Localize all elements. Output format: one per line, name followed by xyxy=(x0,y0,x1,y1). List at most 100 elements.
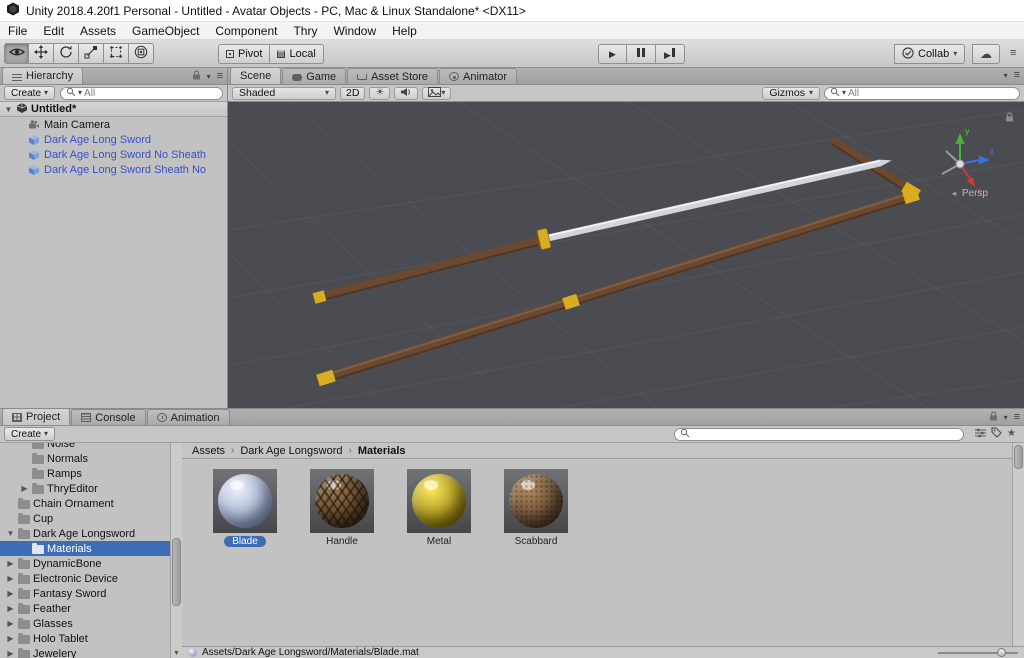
tab-hierarchy[interactable]: Hierarchy xyxy=(2,68,83,84)
rect-tool-button[interactable] xyxy=(104,43,129,64)
effects-dropdown[interactable]: ▾ xyxy=(422,87,451,100)
tab-console[interactable]: Console xyxy=(71,409,145,425)
folder-item[interactable]: Ramps xyxy=(0,466,170,481)
menu-edit[interactable]: Edit xyxy=(35,23,72,39)
asset-item-handle[interactable]: Handle xyxy=(310,469,374,547)
scene-viewport[interactable]: y z x ◄ Persp xyxy=(228,102,1024,408)
asset-item-blade[interactable]: Blade xyxy=(213,469,277,547)
scroll-down-icon[interactable]: ▼ xyxy=(173,650,180,657)
label-icon[interactable] xyxy=(991,427,1002,441)
lighting-toggle-button[interactable]: ☀ xyxy=(369,87,390,100)
folder-item[interactable]: ▶Glasses xyxy=(0,616,170,631)
folder-item[interactable]: Cup xyxy=(0,511,170,526)
scene-header-row[interactable]: ▼ Untitled* xyxy=(0,102,227,117)
hierarchy-item[interactable]: Dark Age Long Sword xyxy=(0,132,227,147)
folder-item[interactable]: ▶Fantasy Sword xyxy=(0,586,170,601)
audio-toggle-button[interactable] xyxy=(394,87,418,100)
disclosure-right-icon[interactable]: ▶ xyxy=(6,574,15,583)
sliders-icon[interactable] xyxy=(975,428,986,441)
step-button[interactable]: ▶ xyxy=(656,44,685,64)
gizmos-dropdown[interactable]: Gizmos▾ xyxy=(762,87,820,100)
create-button[interactable]: Create▾ xyxy=(4,86,55,100)
folder-item[interactable]: ▶Jewelery xyxy=(0,646,170,658)
hierarchy-search-input[interactable]: ▾ All xyxy=(60,87,223,100)
asset-item-scabbard[interactable]: Scabbard xyxy=(504,469,568,547)
breadcrumb-current[interactable]: Materials xyxy=(358,445,406,457)
panel-dropdown-icon[interactable]: ▾ xyxy=(1004,414,1008,422)
folder-item[interactable]: ▶Feather xyxy=(0,601,170,616)
disclosure-right-icon[interactable]: ▶ xyxy=(6,604,15,613)
move-tool-button[interactable] xyxy=(29,43,54,64)
panel-menu-icon[interactable]: ≡ xyxy=(1014,70,1020,81)
hierarchy-item[interactable]: Dark Age Long Sword Sheath No xyxy=(0,162,227,177)
tab-project[interactable]: Project xyxy=(2,408,70,425)
tab-asset-store[interactable]: Asset Store xyxy=(347,68,438,84)
disclosure-right-icon[interactable]: ▶ xyxy=(6,619,15,628)
folder-item[interactable]: Noise xyxy=(0,443,170,451)
folder-item[interactable]: ▶Holo Tablet xyxy=(0,631,170,646)
hierarchy-item[interactable]: Dark Age Long Sword No Sheath xyxy=(0,147,227,162)
disclosure-right-icon[interactable]: ▶ xyxy=(6,634,15,643)
asset-item-metal[interactable]: Metal xyxy=(407,469,471,547)
folder-item[interactable]: ▶ThryEditor xyxy=(0,481,170,496)
lock-icon[interactable] xyxy=(1005,112,1014,125)
scrollbar-thumb[interactable] xyxy=(172,538,181,606)
disclosure-right-icon[interactable]: ▶ xyxy=(6,589,15,598)
tab-animation[interactable]: Animation xyxy=(147,409,230,425)
panel-menu-icon[interactable]: ≡ xyxy=(1014,412,1020,423)
folder-item[interactable]: Chain Ornament xyxy=(0,496,170,511)
tab-game[interactable]: Game xyxy=(282,68,346,84)
folder-item[interactable]: ▶Electronic Device xyxy=(0,571,170,586)
slider-knob[interactable] xyxy=(997,648,1006,657)
draw-mode-dropdown[interactable]: Shaded▾ xyxy=(232,87,336,100)
menu-thry[interactable]: Thry xyxy=(285,23,325,39)
tab-animator[interactable]: Animator xyxy=(439,68,517,84)
rotate-tool-button[interactable] xyxy=(54,43,79,64)
local-button[interactable]: Local xyxy=(270,44,323,64)
tab-scene[interactable]: Scene xyxy=(230,68,281,84)
panel-menu-icon[interactable]: ≡ xyxy=(217,71,223,82)
persp-toggle[interactable]: ◄ Persp xyxy=(950,188,988,199)
breadcrumb-folder[interactable]: Dark Age Longsword xyxy=(240,445,342,457)
disclosure-right-icon[interactable]: ▶ xyxy=(20,484,29,493)
pause-button[interactable] xyxy=(627,44,656,64)
scene-orientation-gizmo[interactable]: y z x xyxy=(924,124,996,196)
transform-tool-button[interactable] xyxy=(129,43,154,64)
folder-item[interactable]: ▼Dark Age Longsword xyxy=(0,526,170,541)
disclosure-down-icon[interactable]: ▼ xyxy=(6,529,15,538)
thumbnail-size-slider[interactable] xyxy=(938,648,1018,658)
breadcrumb-assets[interactable]: Assets xyxy=(192,445,225,457)
folder-item[interactable]: ▶DynamicBone xyxy=(0,556,170,571)
pivot-button[interactable]: Pivot xyxy=(218,44,270,64)
folder-item[interactable]: Materials xyxy=(0,541,170,556)
disclosure-right-icon[interactable]: ▶ xyxy=(6,559,15,568)
menu-file[interactable]: File xyxy=(0,23,35,39)
panel-dropdown-icon[interactable]: ▾ xyxy=(207,73,211,81)
star-icon[interactable]: ★ xyxy=(1007,429,1016,439)
menu-window[interactable]: Window xyxy=(325,23,384,39)
menu-help[interactable]: Help xyxy=(384,23,425,39)
2d-toggle-button[interactable]: 2D xyxy=(340,87,365,100)
folder-item[interactable]: Normals xyxy=(0,451,170,466)
cloud-button[interactable]: ☁ xyxy=(972,44,1000,64)
panel-dropdown-icon[interactable]: ▾ xyxy=(1004,72,1008,80)
menu-gameobject[interactable]: GameObject xyxy=(124,23,207,39)
disclosure-right-icon[interactable]: ▶ xyxy=(6,649,15,658)
lock-icon[interactable] xyxy=(989,411,998,424)
hierarchy-item[interactable]: Main Camera xyxy=(0,117,227,132)
menu-assets[interactable]: Assets xyxy=(72,23,124,39)
menu-component[interactable]: Component xyxy=(207,23,285,39)
lock-icon[interactable] xyxy=(192,70,201,83)
asset-scrollbar[interactable] xyxy=(1012,443,1024,646)
collab-button[interactable]: Collab ▾ xyxy=(894,44,965,64)
create-button[interactable]: Create▾ xyxy=(4,427,55,441)
folder-tree-scrollbar[interactable]: ▼ xyxy=(170,443,182,658)
play-button[interactable]: ▶ xyxy=(598,44,627,64)
scrollbar-thumb[interactable] xyxy=(1014,445,1023,469)
menu-icon[interactable]: ≡ xyxy=(1010,48,1016,59)
hand-tool-button[interactable] xyxy=(4,43,29,64)
project-search-input[interactable] xyxy=(674,428,964,441)
scene-search-input[interactable]: ▾ All xyxy=(824,87,1020,100)
disclosure-down-icon[interactable]: ▼ xyxy=(4,105,13,114)
scale-tool-button[interactable] xyxy=(79,43,104,64)
